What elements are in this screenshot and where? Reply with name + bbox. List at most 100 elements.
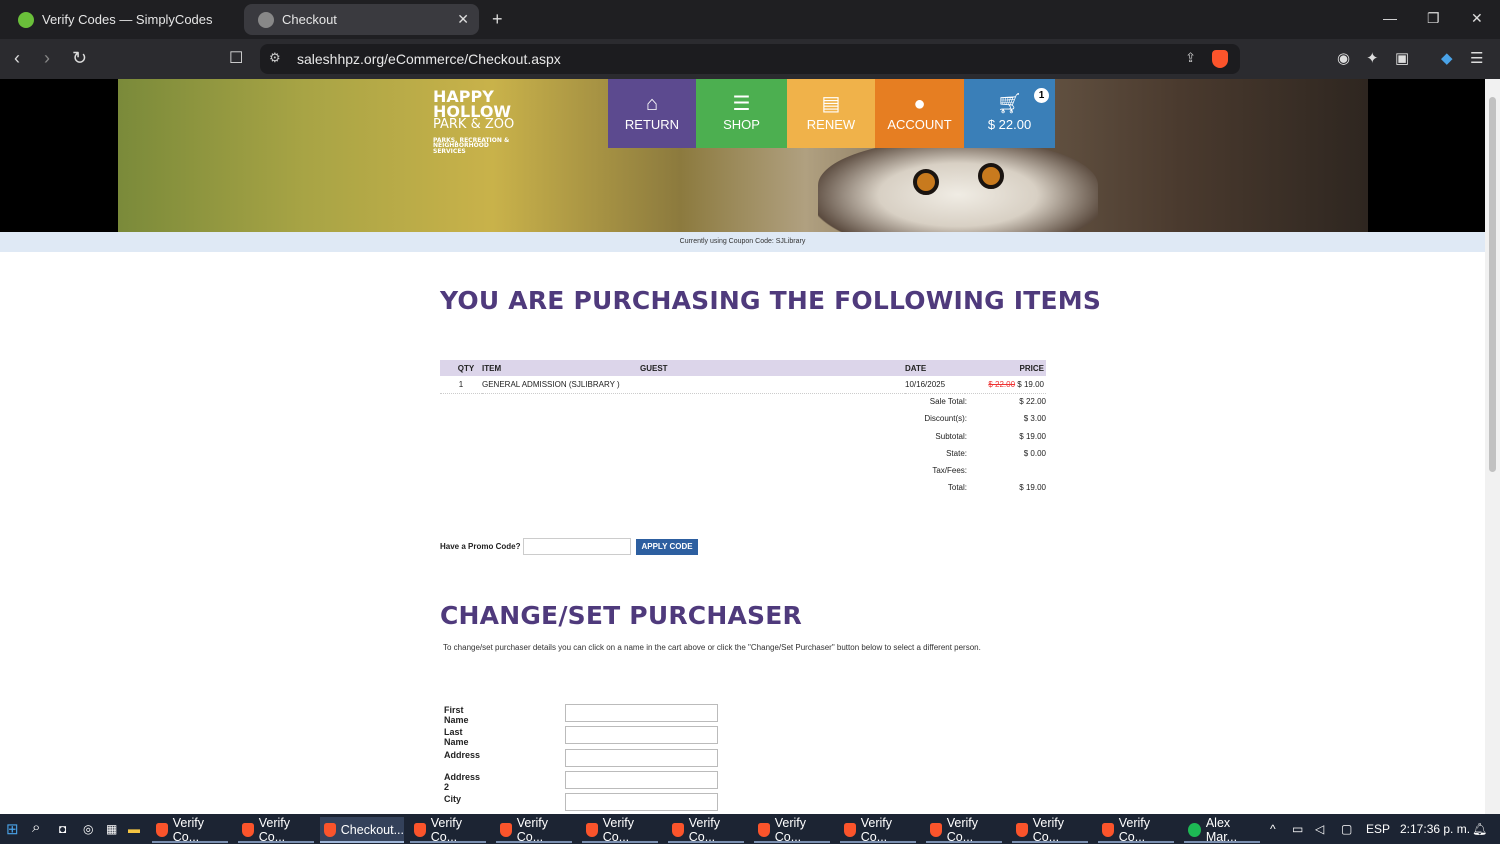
taskbar-indicator <box>1184 841 1260 843</box>
happy-hollow-logo[interactable]: HAPPY HOLLOW PARK & ZOO PARKS, RECREATIO… <box>433 88 523 155</box>
close-tab-icon[interactable]: ✕ <box>457 11 469 28</box>
taskbar-indicator <box>668 841 744 843</box>
calculator-icon[interactable]: ▦ <box>106 822 117 836</box>
logo-line: PARK & ZOO <box>433 117 515 133</box>
browser-tab-active[interactable]: Checkout ✕ <box>244 4 479 35</box>
taskbar-label: Verify Co... <box>516 816 549 844</box>
taskbar-indicator <box>840 841 916 843</box>
camera-icon[interactable]: ◘ <box>59 822 66 836</box>
taskbar-indicator <box>320 841 404 843</box>
col-qty: QTY <box>440 360 482 376</box>
close-window-button[interactable]: ✕ <box>1471 10 1483 27</box>
display-icon[interactable]: ▢ <box>1341 822 1352 836</box>
total-label: Tax/Fees: <box>932 466 967 476</box>
menu-icon[interactable]: ☰ <box>1470 49 1483 67</box>
taskbar-label: Verify Co... <box>860 816 893 844</box>
minimize-button[interactable]: — <box>1383 10 1397 26</box>
app-icon[interactable]: ◎ <box>83 822 93 836</box>
brave-icon <box>324 823 336 837</box>
city-field[interactable] <box>565 793 718 812</box>
extensions-icon[interactable]: ✦ <box>1366 49 1379 67</box>
tab-title: Verify Codes — SimplyCodes <box>42 12 213 27</box>
brave-icon <box>930 823 942 837</box>
bookmark-icon[interactable]: ☐ <box>229 48 243 68</box>
last-name-field[interactable] <box>565 726 718 745</box>
brave-icon <box>414 823 426 837</box>
nav-account[interactable]: ● ACCOUNT <box>875 79 964 148</box>
id-card-icon: ▤ <box>821 93 841 115</box>
site-settings-icon[interactable]: ⚙ <box>269 50 281 66</box>
taskbar-indicator <box>152 841 228 843</box>
search-icon[interactable]: ⌕ <box>32 819 40 836</box>
nav-return[interactable]: ⌂ RETURN <box>608 79 696 148</box>
taskbar-indicator <box>496 841 572 843</box>
forward-icon[interactable]: › <box>44 48 50 69</box>
promo-code-input[interactable] <box>523 538 632 555</box>
total-label: State: <box>946 448 967 458</box>
restore-button[interactable]: ❐ <box>1427 10 1440 27</box>
url-text[interactable]: saleshhpz.org/eCommerce/Checkout.aspx <box>297 51 561 67</box>
wallet-icon[interactable]: ◉ <box>1337 49 1350 67</box>
folder-icon[interactable]: ▬ <box>128 822 140 836</box>
clock[interactable]: 2:17:36 p. m. <box>1400 822 1470 836</box>
taskbar-item[interactable]: Verify Co... <box>410 816 486 844</box>
taskbar-item[interactable]: Verify Co... <box>754 816 830 844</box>
address-bar[interactable]: ⚙ saleshhpz.org/eCommerce/Checkout.aspx … <box>260 44 1240 74</box>
tab-title: Checkout <box>282 12 337 27</box>
table-row[interactable]: 1 GENERAL ADMISSION (SJLIBRARY ) 10/16/2… <box>440 376 1046 394</box>
taskbar-item[interactable]: Verify Co... <box>1098 816 1174 844</box>
taskbar-label: Verify Co... <box>1032 816 1065 844</box>
cart-heading: YOU ARE PURCHASING THE FOLLOWING ITEMS <box>440 286 1102 315</box>
total-label: Sale Total: <box>929 397 967 406</box>
windows-start-icon[interactable]: ⊞ <box>6 820 19 838</box>
taskbar-item[interactable]: Verify Co... <box>926 816 1002 844</box>
taskbar-item[interactable]: Verify Co... <box>840 816 916 844</box>
row-qty: 1 <box>440 376 482 394</box>
address-field[interactable] <box>565 748 718 767</box>
brave-shield-icon[interactable] <box>1212 50 1228 68</box>
new-tab-button[interactable]: + <box>492 9 503 30</box>
address2-field[interactable] <box>565 770 718 789</box>
total-value: $ 19.00 <box>1019 483 1046 493</box>
vpn-icon[interactable]: ◆ <box>1441 49 1453 67</box>
taskbar-item[interactable]: Verify Co... <box>1012 816 1088 844</box>
reader-icon[interactable]: ▣ <box>1395 49 1409 67</box>
share-icon[interactable]: ⇪ <box>1185 50 1196 66</box>
total-value: $ 0.00 <box>1023 448 1046 458</box>
lemur-face-image <box>818 139 1098 232</box>
last-name-label: Last Name <box>444 727 469 748</box>
nav-shop[interactable]: ☰ SHOP <box>696 79 787 148</box>
notification-icon[interactable]: 🔔︎ <box>1472 822 1487 836</box>
first-name-field[interactable] <box>565 704 718 722</box>
hero-banner: HAPPY HOLLOW PARK & ZOO PARKS, RECREATIO… <box>0 79 1485 232</box>
globe-icon <box>258 11 274 28</box>
home-icon: ⌂ <box>645 93 659 115</box>
page-scrollbar[interactable] <box>1485 79 1500 814</box>
apply-code-button[interactable]: APPLY CODE <box>636 538 698 555</box>
back-icon[interactable]: ‹ <box>14 48 20 69</box>
scrollbar-thumb[interactable] <box>1489 97 1496 472</box>
taskbar-label: Verify Co... <box>172 816 205 844</box>
brave-icon <box>242 823 254 837</box>
taskbar-item[interactable]: Verify Co... <box>496 816 572 844</box>
row-guest[interactable] <box>640 376 905 394</box>
taskbar-item[interactable]: Verify Co... <box>238 816 314 844</box>
volume-icon[interactable]: ◁ <box>1315 822 1324 836</box>
tray-chevron-icon[interactable]: ^ <box>1270 822 1276 836</box>
language-indicator[interactable]: ESP <box>1366 822 1390 836</box>
row-item[interactable]: GENERAL ADMISSION (SJLIBRARY ) <box>482 376 640 394</box>
taskbar-item[interactable]: Verify Co... <box>152 816 228 844</box>
col-item: ITEM <box>482 360 640 376</box>
nav-cart[interactable]: 🛒︎ $ 22.00 1 <box>964 79 1055 148</box>
taskbar-item[interactable]: Verify Co... <box>668 816 744 844</box>
taskbar-item[interactable]: Verify Co... <box>582 816 658 844</box>
first-name-label: First Name <box>444 705 469 725</box>
network-icon[interactable]: ▭ <box>1292 822 1303 836</box>
reload-icon[interactable]: ↻ <box>72 48 87 69</box>
taskbar-label: Checkout... <box>340 823 404 837</box>
browser-tab[interactable]: Verify Codes — SimplyCodes <box>4 4 240 35</box>
brave-icon <box>1102 823 1114 837</box>
nav-renew[interactable]: ▤ RENEW <box>787 79 875 148</box>
taskbar-item[interactable]: Alex Mar... <box>1184 816 1260 844</box>
taskbar-item-active[interactable]: Checkout... <box>320 817 404 843</box>
